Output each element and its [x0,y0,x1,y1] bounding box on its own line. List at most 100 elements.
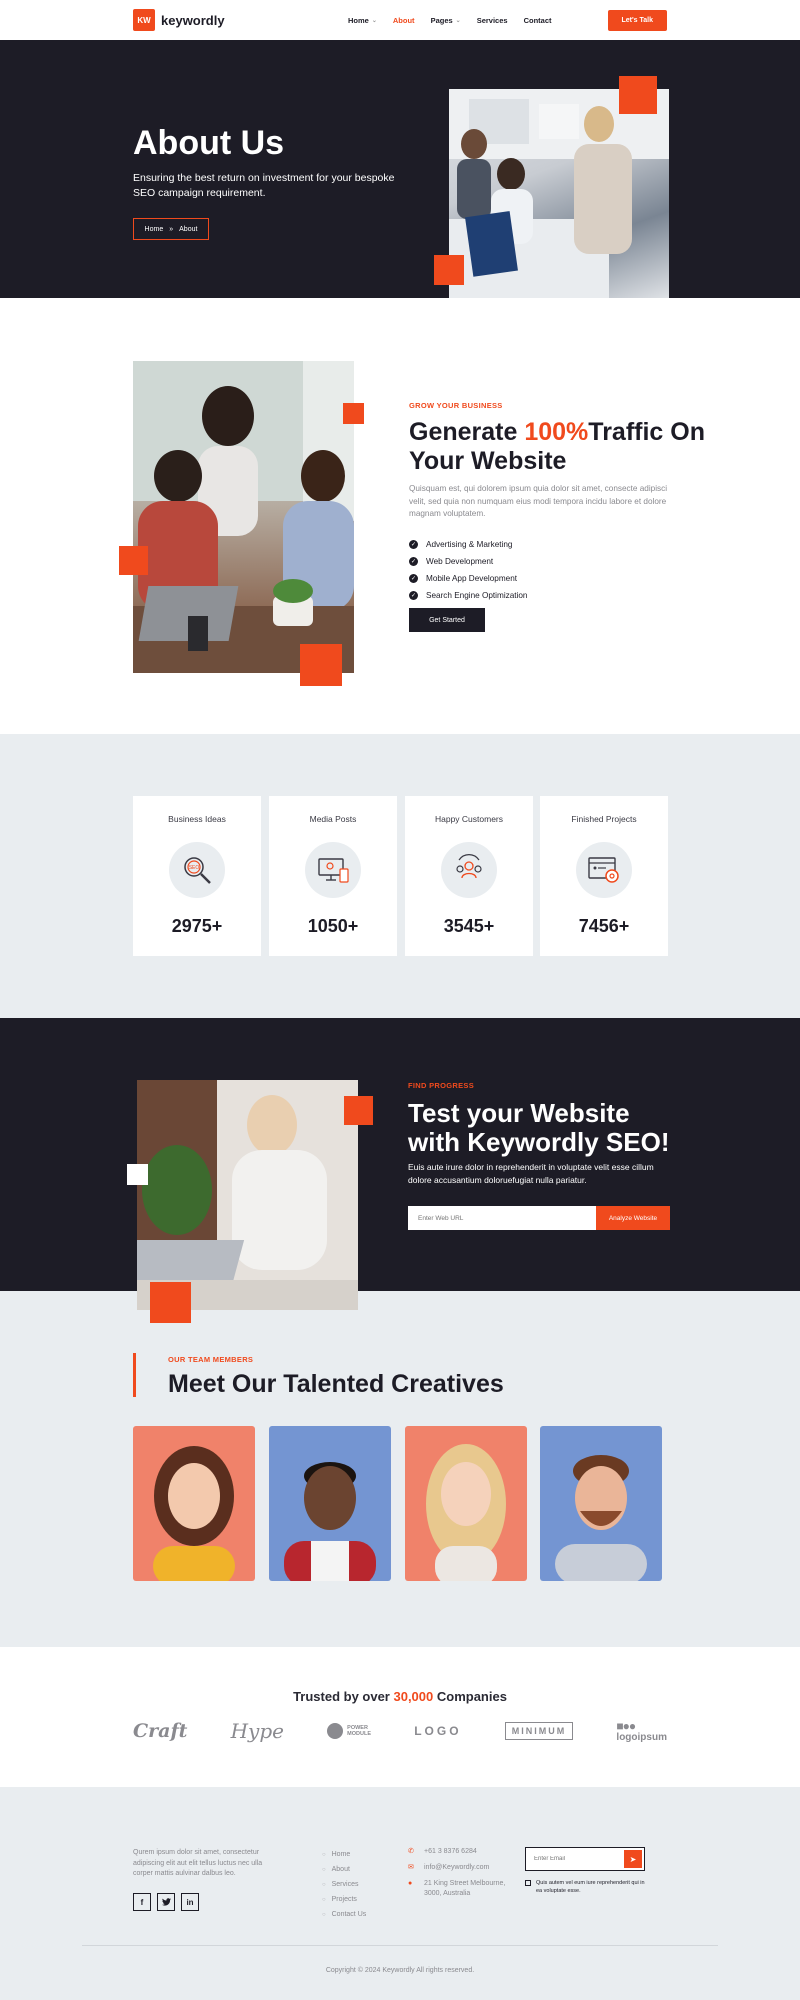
hype-logo: Hype [230,1719,284,1743]
linkedin-icon[interactable]: in [181,1893,199,1911]
woman-laptop-photo [137,1080,358,1310]
nav-item-about[interactable]: About [393,16,415,25]
contact-info: ✆ +61 3 8376 6284 ✉ info@Keywordly.com ● 21… [408,1847,514,1905]
hero-section: About Us Ensuring the best return on inv… [0,40,800,298]
stat-value: 7456+ [578,916,630,936]
team-member-photo[interactable] [540,1426,662,1581]
check-icon: ✓ [409,540,418,549]
location-pin-icon: ● [408,1880,413,1887]
bullet-icon: ○ [322,1866,326,1873]
hero-subtitle: Ensuring the best return on investment f… [133,172,395,199]
twitter-icon[interactable] [157,1893,175,1911]
feature-label: Web Development [426,557,494,566]
footer-link-projects[interactable]: ○ Projects [322,1892,366,1907]
team-kicker: OUR TEAM MEMBERS [168,1355,254,1364]
send-icon[interactable]: ➤ [624,1850,642,1868]
minimum-logo: MINIMUM [504,1722,574,1740]
craft-logo: Craft [133,1720,188,1742]
stat-card: Happy Customers 3545+ [405,796,533,956]
get-started-button[interactable]: Get Started [409,608,485,632]
team-title: Meet Our Talented Creatives [168,1370,504,1398]
bullet-icon: ○ [322,1851,326,1858]
nav-item-contact[interactable]: Contact [524,16,552,25]
nav-item-pages[interactable]: Pages ⌄ [431,16,461,25]
logoipsum-text: logoipsum [616,1731,667,1743]
nav-item-home[interactable]: Home ⌄ [348,16,377,25]
footer-link-services[interactable]: ○ Services [322,1877,366,1892]
logo-mark: KW [133,9,155,31]
subscribe-form: ➤ [525,1847,645,1871]
footer-link-label: Services [331,1881,359,1888]
accent-square [150,1282,191,1323]
footer-links: ○ Home ○ About ○ Services ○ Projects ○ Contac… [322,1847,366,1922]
stat-card: Media Posts 1050+ [269,796,397,956]
web-url-input[interactable] [408,1206,596,1230]
lets-talk-button[interactable]: Let's Talk [607,9,667,31]
email-text: info@Keywordly.com [424,1864,490,1871]
breadcrumb-current: About [179,225,198,233]
agree-checkbox-row[interactable]: Quis autem vel eum iure reprehenderit qu… [525,1879,650,1895]
accent-square [119,546,148,575]
nav-label: Pages [430,15,453,25]
power-module-line: MODULE [347,1731,372,1737]
footer-link-contact[interactable]: ○ Contact Us [322,1907,366,1922]
test-website-section: FIND PROGRESS Test your Website with Key… [0,1018,800,1323]
analyze-website-button[interactable]: Analyze Website [596,1206,670,1230]
seo-magnifier-icon: SEO [169,842,225,898]
footer-link-label: Projects [331,1896,357,1903]
devices-icon [305,842,361,898]
bullet-icon: ○ [322,1911,326,1918]
company-logos: Craft Hype POWER MODULE LOGO MINIMUM ■●● … [133,1717,667,1745]
site-header: KW keywordly Home ⌄ About Pages ⌄ Services… [0,0,800,40]
social-links: f in [133,1893,199,1911]
title-part: Generate [409,418,525,446]
feature-item: ✓ Advertising & Marketing [409,536,528,553]
stat-value: 2975+ [171,916,223,936]
test-title: Test your Website with Keywordly SEO! [408,1098,670,1157]
address-text: 21 King Street Melbourne, 3000, Australi… [424,1880,506,1897]
stat-label: Business Ideas [168,814,226,824]
test-kicker: FIND PROGRESS [408,1081,474,1090]
mail-icon: ✉ [408,1864,414,1871]
stat-value: 1050+ [307,916,359,936]
logo[interactable]: KW keywordly [133,9,225,31]
contact-email[interactable]: ✉ info@Keywordly.com [408,1863,514,1873]
email-field[interactable] [528,1856,624,1862]
trusted-prefix: Trusted by over [293,1689,394,1704]
facebook-icon[interactable]: f [133,1893,151,1911]
phone-text: +61 3 8376 6284 [424,1848,477,1855]
stats-section: Business Ideas SEO 2975+ Media Posts 105… [0,734,800,1018]
nav-item-services[interactable]: Services [477,16,508,25]
feature-item: ✓ Web Development [409,553,528,570]
power-module-logo: POWER MODULE [327,1723,371,1739]
accent-square [300,644,342,686]
white-square [127,1164,148,1185]
accent-square [343,403,364,424]
accent-square [619,76,657,114]
title-accent-bar [133,1353,136,1397]
footer-link-label: Contact Us [331,1911,367,1918]
team-member-photo[interactable] [405,1426,527,1581]
trusted-title: Trusted by over 30,000 Companies [0,1689,800,1704]
team-laptop-photo [133,361,354,673]
contact-phone[interactable]: ✆ +61 3 8376 6284 [408,1847,514,1857]
logo-logo: LOGO [414,1724,462,1738]
feature-list: ✓ Advertising & Marketing ✓ Web Developmen… [409,536,528,604]
team-member-photo[interactable] [133,1426,255,1581]
stat-label: Media Posts [309,814,357,824]
breadcrumb-home[interactable]: Home [145,226,164,233]
nav-label: About [392,15,415,25]
trusted-suffix: Companies [433,1689,507,1704]
nav-label: Services [476,15,508,25]
about-kicker: GROW YOUR BUSINESS [409,401,503,410]
test-text: Euis aute irure dolor in reprehenderit i… [408,1162,654,1185]
footer-link-about[interactable]: ○ About [322,1862,366,1877]
customers-icon [441,842,497,898]
stat-card: Business Ideas SEO 2975+ [133,796,261,956]
agree-checkbox[interactable] [525,1880,531,1886]
footer-link-home[interactable]: ○ Home [322,1847,366,1862]
power-module-text: POWER MODULE [347,1725,371,1737]
stat-card: Finished Projects 7456+ [540,796,668,956]
team-member-photo[interactable] [269,1426,391,1581]
footer-about: Qurem ipsum dolor sit amet, consectetur … [133,1849,263,1877]
